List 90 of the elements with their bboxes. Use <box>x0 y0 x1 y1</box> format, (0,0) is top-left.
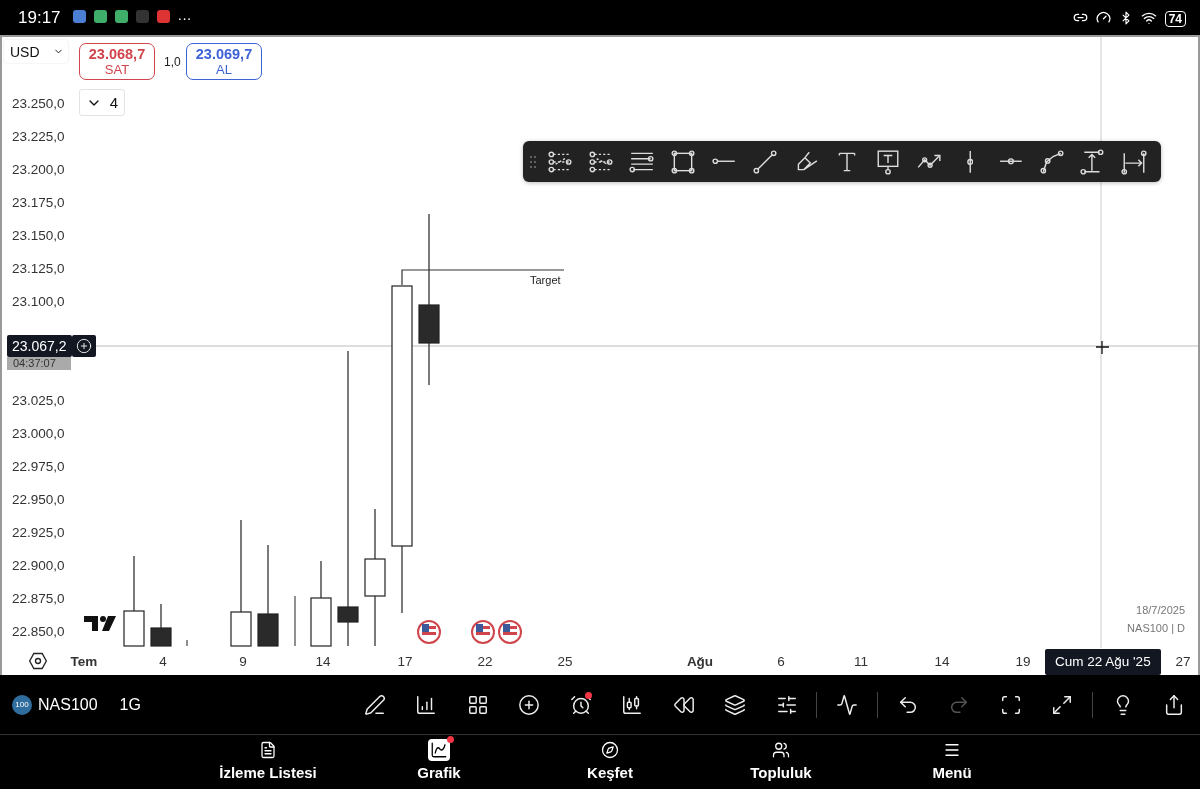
spread-value: 1,0 <box>164 55 181 69</box>
nav-tab[interactable]: Keşfet <box>524 735 696 789</box>
flag-icon[interactable] <box>471 620 495 644</box>
people-icon <box>772 741 790 759</box>
sell-button[interactable]: 23.068,7 SAT <box>79 43 155 80</box>
nav-tab[interactable]: Grafik <box>353 735 525 789</box>
rectangle-icon <box>670 148 696 175</box>
date-label: 14 <box>315 654 331 669</box>
symbol-badge: 100 <box>12 694 32 715</box>
price-label: 23.175,0 <box>12 195 65 210</box>
date-label: 27 <box>1175 654 1191 669</box>
date-label: 14 <box>934 654 950 669</box>
price-label: 22.900,0 <box>12 558 65 573</box>
logo-icon <box>84 616 116 631</box>
bar-chart-icon <box>415 693 438 716</box>
flag-icon[interactable] <box>498 620 522 644</box>
price-label: 22.975,0 <box>12 459 65 474</box>
battery-indicator: 74 <box>1164 8 1186 27</box>
date-label: 17 <box>397 654 413 669</box>
crosshair-date-label: Cum 22 Ağu '25 <box>1045 649 1161 675</box>
candle-wick <box>294 595 296 647</box>
date-label: 22 <box>477 654 493 669</box>
chart-icon <box>430 741 448 759</box>
plus-circle-icon <box>76 338 92 354</box>
price-label: 22.950,0 <box>12 492 65 507</box>
crosshair-cursor-icon <box>1095 340 1110 355</box>
quantity-dropdown[interactable]: 4 <box>79 89 125 116</box>
date-range-icon <box>1121 148 1147 175</box>
price-label: 23.100,0 <box>12 294 65 309</box>
price-label: 23.025,0 <box>12 393 65 408</box>
crosshair-price-label: 23.067,2 <box>7 335 72 357</box>
curve-icon <box>1039 148 1065 175</box>
date-label: 6 <box>777 654 785 669</box>
list-icon <box>259 741 277 759</box>
price-label: 23.000,0 <box>12 426 65 441</box>
chart-info-label: 18/7/2025 <box>1136 604 1185 616</box>
date-label: 4 <box>159 654 167 669</box>
price-label: 23.200,0 <box>12 162 65 177</box>
date-label: Ağu <box>686 654 714 669</box>
sliders-icon <box>775 693 798 716</box>
currency-select[interactable]: USD <box>4 40 68 63</box>
wave-icon <box>836 693 859 716</box>
price-label: 23.225,0 <box>12 129 65 144</box>
alarm-clock-icon <box>569 693 592 716</box>
notification-dot <box>585 691 593 699</box>
nav-tab[interactable]: Menü <box>866 735 1038 789</box>
note-icon <box>875 148 901 175</box>
more-indicator: ··· <box>177 8 192 27</box>
symbol-name[interactable]: NAS100 <box>38 695 98 714</box>
annotation-label: Target <box>530 274 561 286</box>
gauge-icon <box>1095 10 1111 25</box>
candle-wick <box>186 639 188 647</box>
date-label: 25 <box>557 654 573 669</box>
date-label: 9 <box>239 654 247 669</box>
horizontal-line-icon <box>999 158 1023 165</box>
clock-time: 19:17 <box>18 7 62 28</box>
compass-icon <box>601 741 619 759</box>
price-label: 22.875,0 <box>12 591 65 606</box>
price-label: 23.150,0 <box>12 228 65 243</box>
date-label: Tem <box>70 654 98 669</box>
nav-tab[interactable]: Topluluk <box>695 735 867 789</box>
candle <box>150 603 172 647</box>
line-icon <box>712 158 736 165</box>
add-button[interactable] <box>72 335 96 357</box>
price-label: 23.250,0 <box>12 96 65 111</box>
fullscreen-icon <box>999 693 1022 716</box>
settings-icon <box>28 651 48 671</box>
date-label: 11 <box>854 654 868 669</box>
plus-circle-icon <box>518 693 541 716</box>
grid-icon <box>466 693 489 716</box>
nav-tab[interactable]: İzleme Listesi <box>182 735 354 789</box>
price-label: 22.925,0 <box>12 525 65 540</box>
interval-label[interactable]: 1G <box>103 695 141 714</box>
line-icon <box>752 148 778 175</box>
candlestick-icon <box>621 693 644 716</box>
drag-handle-icon[interactable] <box>529 154 537 169</box>
expand-icon <box>1051 693 1074 716</box>
menu-icon <box>943 741 961 759</box>
buy-button[interactable]: 23.069,7 AL <box>186 43 262 80</box>
price-label: 23.125,0 <box>12 261 65 276</box>
price-range-icon <box>1080 148 1106 175</box>
countdown-label: 04:37:07 <box>7 357 71 370</box>
date-label: 19 <box>1015 654 1031 669</box>
vertical-line-icon <box>966 149 974 174</box>
price-label: 22.850,0 <box>12 624 65 639</box>
layers-icon <box>724 693 747 716</box>
chart-info-label: NAS100 | D <box>1127 622 1185 634</box>
flag-icon[interactable] <box>417 620 441 644</box>
notification-dot <box>447 736 454 743</box>
pencil-icon <box>363 693 386 716</box>
